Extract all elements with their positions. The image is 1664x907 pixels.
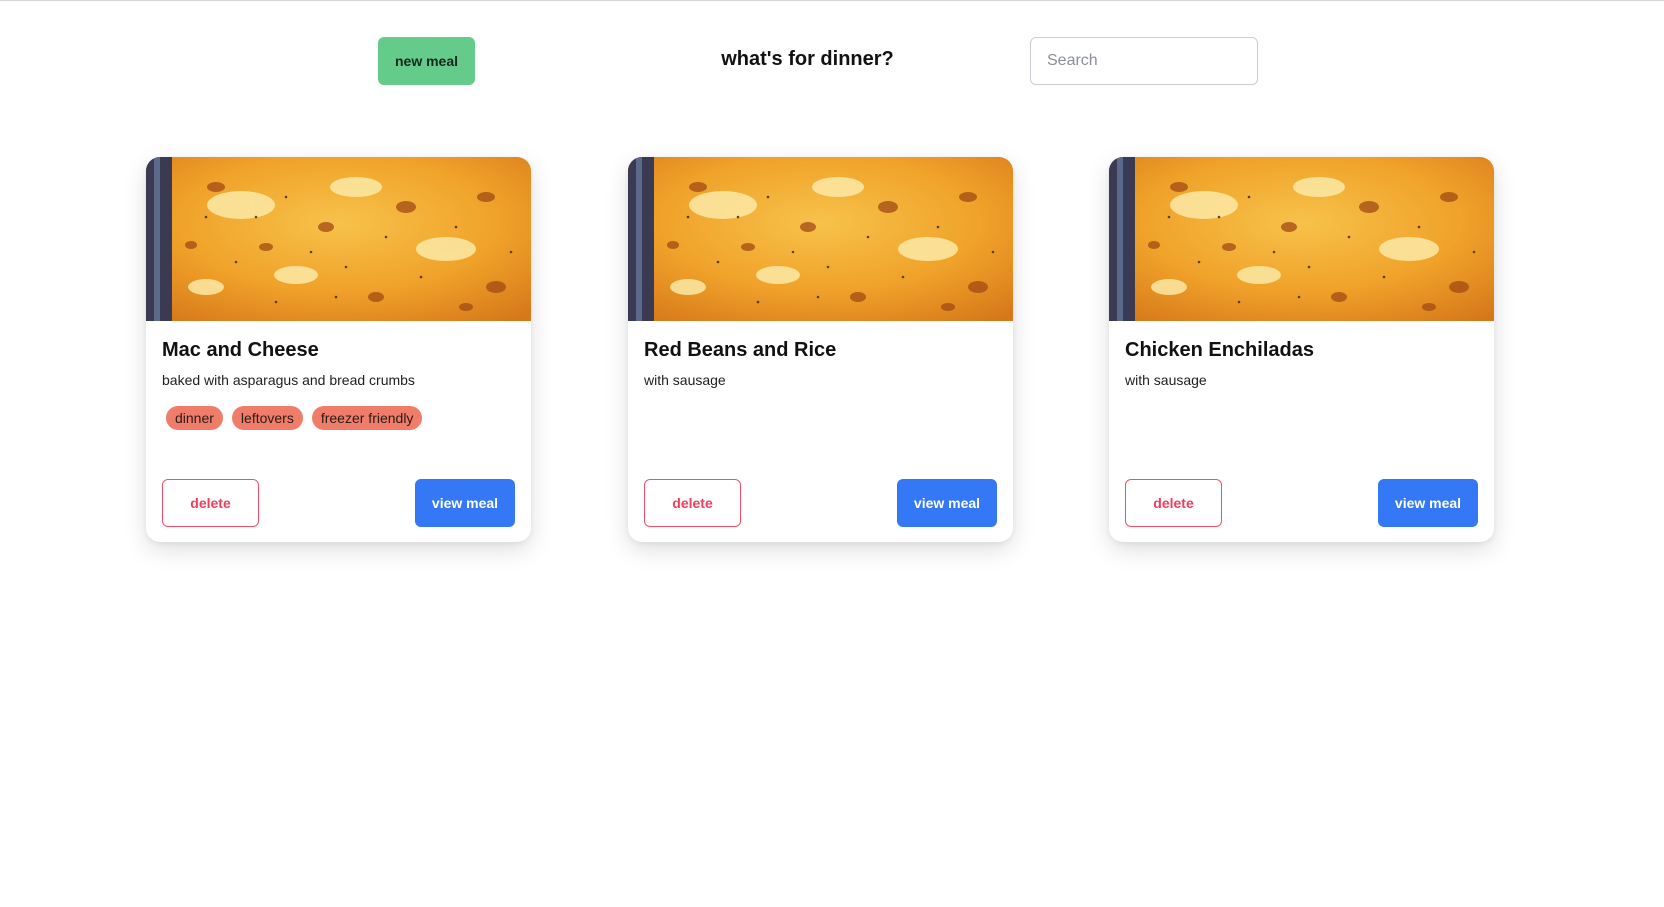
page-title: what's for dinner? — [721, 48, 894, 70]
meal-description: with sausage — [1125, 372, 1207, 388]
view-meal-button[interactable]: view meal — [415, 479, 515, 527]
tag-leftovers: leftovers — [231, 406, 303, 430]
page-header: new meal what's for dinner? — [0, 0, 1664, 110]
meal-card: Red Beans and Rice with sausage delete v… — [628, 157, 1013, 542]
meal-card: Chicken Enchiladas with sausage delete v… — [1109, 157, 1494, 542]
meal-card: Mac and Cheese baked with asparagus and … — [146, 157, 531, 542]
view-meal-button[interactable]: view meal — [897, 479, 997, 527]
meal-description: baked with asparagus and bread crumbs — [162, 372, 415, 388]
new-meal-button[interactable]: new meal — [378, 37, 475, 85]
meal-title: Mac and Cheese — [162, 339, 319, 361]
meal-title: Red Beans and Rice — [644, 339, 837, 361]
search-input[interactable] — [1030, 37, 1258, 85]
tag-freezer-friendly: freezer friendly — [311, 406, 423, 430]
meal-title: Chicken Enchiladas — [1125, 339, 1314, 361]
meal-image — [1109, 157, 1494, 321]
tag-dinner: dinner — [166, 406, 223, 430]
meal-description: with sausage — [644, 372, 726, 388]
delete-button[interactable]: delete — [644, 479, 741, 527]
meal-image — [146, 157, 531, 321]
delete-button[interactable]: delete — [162, 479, 259, 527]
delete-button[interactable]: delete — [1125, 479, 1222, 527]
view-meal-button[interactable]: view meal — [1378, 479, 1478, 527]
meal-tags: dinner leftovers freezer friendly — [166, 406, 423, 430]
meal-image — [628, 157, 1013, 321]
